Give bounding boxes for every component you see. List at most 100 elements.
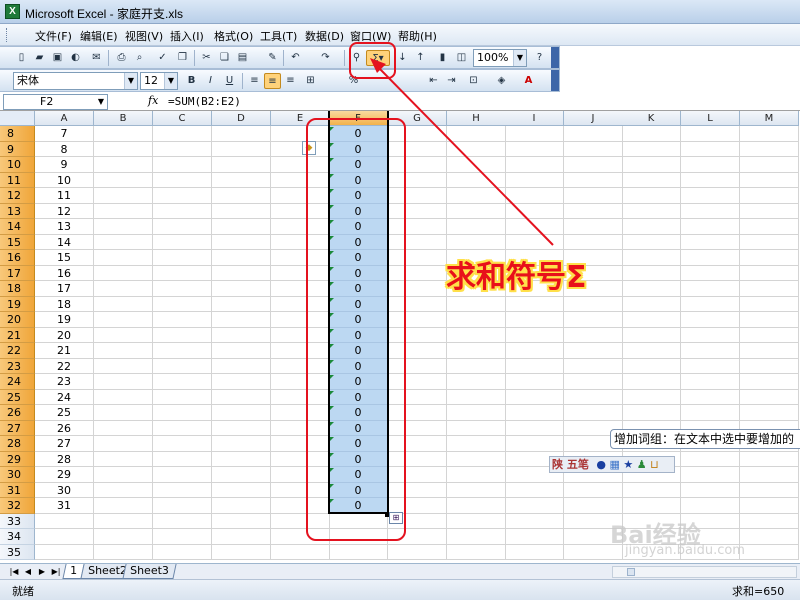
cell-c23[interactable] — [153, 358, 212, 374]
cell-i11[interactable] — [505, 172, 564, 188]
cell-g20[interactable] — [388, 312, 447, 328]
cell-c8[interactable] — [153, 126, 212, 142]
cell-i34[interactable] — [505, 529, 564, 545]
column-header-k[interactable]: K — [622, 111, 681, 126]
cell-c35[interactable] — [153, 544, 212, 560]
cell-e33[interactable] — [271, 513, 330, 529]
cell-f8[interactable]: 0 — [329, 126, 388, 142]
cell-h23[interactable] — [447, 358, 506, 374]
cell-c34[interactable] — [153, 529, 212, 545]
cell-c32[interactable] — [153, 498, 212, 514]
bold-button[interactable]: B — [183, 73, 200, 89]
cell-l11[interactable] — [681, 172, 740, 188]
column-header-g[interactable]: G — [388, 111, 447, 126]
cell-g12[interactable] — [388, 188, 447, 204]
cell-h21[interactable] — [447, 327, 506, 343]
cell-j12[interactable] — [564, 188, 623, 204]
cell-f9[interactable]: 0 — [329, 141, 388, 157]
row-header[interactable]: 35 — [0, 544, 35, 560]
cell-k12[interactable] — [622, 188, 681, 204]
cell-f33[interactable] — [329, 513, 388, 529]
cell-m26[interactable] — [740, 405, 799, 421]
row-header[interactable]: 9 — [0, 141, 35, 157]
cell-j10[interactable] — [564, 157, 623, 173]
cell-a24[interactable]: 23 — [35, 374, 94, 390]
cell-d21[interactable] — [212, 327, 271, 343]
row-header[interactable]: 15 — [0, 234, 35, 250]
borders-icon[interactable]: ⊡ — [465, 73, 482, 89]
cell-g29[interactable] — [388, 451, 447, 467]
chart-wizard-icon[interactable]: ▮ — [434, 50, 451, 66]
scrollbar-thumb[interactable] — [627, 568, 635, 576]
cell-f11[interactable]: 0 — [329, 172, 388, 188]
last-sheet-icon[interactable]: ▶| — [50, 565, 62, 579]
cell-g17[interactable] — [388, 265, 447, 281]
row-header[interactable]: 31 — [0, 482, 35, 498]
formula-input[interactable]: =SUM(B2:E2) — [168, 95, 241, 108]
spelling-icon[interactable]: ✓ — [154, 50, 171, 66]
ime-toolbar[interactable]: 陕 五笔 ● ▦ ★ ♟ ⊔ — [549, 456, 675, 473]
cell-i21[interactable] — [505, 327, 564, 343]
cell-a30[interactable]: 29 — [35, 467, 94, 483]
cell-k24[interactable] — [622, 374, 681, 390]
cell-b22[interactable] — [94, 343, 153, 359]
cell-f25[interactable]: 0 — [329, 389, 388, 405]
cell-i26[interactable] — [505, 405, 564, 421]
cell-a22[interactable]: 21 — [35, 343, 94, 359]
row-header[interactable]: 17 — [0, 265, 35, 281]
cell-c29[interactable] — [153, 451, 212, 467]
cell-d16[interactable] — [212, 250, 271, 266]
cell-g13[interactable] — [388, 203, 447, 219]
cell-m31[interactable] — [740, 482, 799, 498]
cell-i12[interactable] — [505, 188, 564, 204]
cell-b13[interactable] — [94, 203, 153, 219]
cell-d15[interactable] — [212, 234, 271, 250]
cell-e11[interactable] — [271, 172, 330, 188]
cell-g31[interactable] — [388, 482, 447, 498]
cell-a29[interactable]: 28 — [35, 451, 94, 467]
cell-h13[interactable] — [447, 203, 506, 219]
cell-e35[interactable] — [271, 544, 330, 560]
cell-c28[interactable] — [153, 436, 212, 452]
cell-g14[interactable] — [388, 219, 447, 235]
next-sheet-icon[interactable]: ▶ — [36, 565, 48, 579]
cell-h26[interactable] — [447, 405, 506, 421]
cell-a14[interactable]: 13 — [35, 219, 94, 235]
row-header[interactable]: 10 — [0, 157, 35, 173]
cell-j31[interactable] — [564, 482, 623, 498]
cell-b19[interactable] — [94, 296, 153, 312]
align-left-icon[interactable]: ≡ — [246, 73, 263, 89]
cell-l20[interactable] — [681, 312, 740, 328]
cell-e26[interactable] — [271, 405, 330, 421]
cell-j14[interactable] — [564, 219, 623, 235]
cell-b31[interactable] — [94, 482, 153, 498]
chevron-down-icon[interactable]: ▼ — [513, 50, 526, 66]
cell-a12[interactable]: 11 — [35, 188, 94, 204]
cell-d22[interactable] — [212, 343, 271, 359]
row-header[interactable]: 22 — [0, 343, 35, 359]
row-header[interactable]: 12 — [0, 188, 35, 204]
decrease-indent-icon[interactable]: ⇤ — [425, 73, 442, 89]
cell-j22[interactable] — [564, 343, 623, 359]
cell-g10[interactable] — [388, 157, 447, 173]
cell-c31[interactable] — [153, 482, 212, 498]
column-header-e[interactable]: E — [271, 111, 330, 126]
cell-g9[interactable] — [388, 141, 447, 157]
cell-e19[interactable] — [271, 296, 330, 312]
cell-h28[interactable] — [447, 436, 506, 452]
cell-d20[interactable] — [212, 312, 271, 328]
cell-a17[interactable]: 16 — [35, 265, 94, 281]
cell-g16[interactable] — [388, 250, 447, 266]
cell-h33[interactable] — [447, 513, 506, 529]
row-header[interactable]: 11 — [0, 172, 35, 188]
underline-button[interactable]: U — [221, 73, 238, 89]
cell-a20[interactable]: 19 — [35, 312, 94, 328]
chevron-down-icon[interactable]: ▼ — [164, 73, 177, 89]
row-header[interactable]: 32 — [0, 498, 35, 514]
cell-m13[interactable] — [740, 203, 799, 219]
cell-d28[interactable] — [212, 436, 271, 452]
cell-g15[interactable] — [388, 234, 447, 250]
row-header[interactable]: 23 — [0, 358, 35, 374]
cell-e25[interactable] — [271, 389, 330, 405]
cell-d19[interactable] — [212, 296, 271, 312]
